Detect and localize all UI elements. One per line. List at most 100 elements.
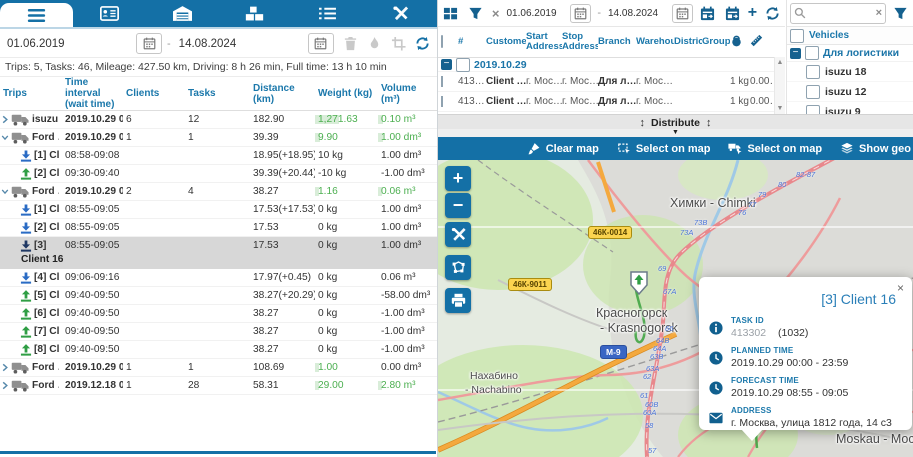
route-tools-button[interactable] (445, 222, 471, 247)
table-row[interactable]: [2] Cl…08:55-09:0517.530 kg1.00 dm³ (0, 219, 437, 237)
clear-search-icon[interactable]: × (876, 7, 882, 19)
vehicle-checkbox[interactable] (806, 65, 820, 79)
calendar-import-icon[interactable] (722, 3, 743, 23)
column-header[interactable]: Group (702, 37, 730, 47)
column-header[interactable]: Trips (0, 88, 62, 99)
table-row[interactable]: Ford …2019.10.29 08…2438.271.160.06 m³ (0, 183, 437, 201)
scroll-up-icon[interactable]: ▲ (776, 59, 784, 66)
table-row[interactable]: [1] Cl…08:55-09:0517.53(+17.53)0 kg1.00 … (0, 201, 437, 219)
refresh-icon[interactable] (762, 3, 783, 23)
chevron-right-icon[interactable] (1, 115, 9, 124)
zoom-in-button[interactable]: + (445, 166, 471, 191)
print-button[interactable] (445, 288, 471, 313)
flame-icon[interactable] (364, 34, 385, 54)
calendar-icon[interactable] (570, 4, 591, 23)
vertical-scrollbar[interactable]: ▲ ▼ (774, 57, 785, 114)
tab-warehouses[interactable] (146, 0, 219, 27)
table-row[interactable]: [7] Cl…09:40-09:5038.270 kg-1.00 dm³ (0, 323, 437, 341)
pickup-marker[interactable] (629, 270, 649, 296)
selected-row[interactable]: [3]08:55-09:0517.530 kg1.00 dm³Client 16 (0, 237, 437, 269)
table-row[interactable]: [4] Cl…09:06-09:1617.97(+0.45)0 kg0.06 m… (0, 269, 437, 287)
chevron-down-icon[interactable] (1, 133, 9, 142)
row-checkbox[interactable] (441, 76, 443, 87)
scroll-down-icon[interactable]: ▼ (776, 105, 784, 112)
column-header[interactable] (730, 34, 750, 50)
table-row[interactable]: [3]08:55-09:0517.530 kg1.00 dm³ (0, 237, 437, 254)
search-input[interactable]: × (790, 3, 886, 24)
calendar-icon[interactable] (672, 4, 693, 23)
row-checkbox[interactable] (441, 96, 443, 107)
date-to-input[interactable]: 14.08.2024 (176, 38, 305, 50)
task-row[interactable]: 413…Client …г. Мос…г. Мос…Для л…г. Мос…1… (438, 92, 785, 112)
map-canvas[interactable]: Химки - ChimkiКрасногорск- KrasnogorskНа… (438, 160, 913, 457)
clear-filter-icon[interactable]: × (490, 6, 502, 21)
tab-cargo[interactable] (218, 0, 291, 27)
column-header[interactable]: # (458, 37, 486, 47)
calendar-icon[interactable] (308, 33, 334, 54)
zoom-out-button[interactable]: − (445, 193, 471, 218)
column-header[interactable]: Distance (km) (250, 83, 315, 105)
table-row[interactable]: Ford …2019.10.29 06…11108.691.000.00 dm³ (0, 359, 437, 377)
column-header[interactable]: Warehou (636, 37, 674, 47)
table-row[interactable]: isuzu …2019.10.29 07…612182.901,271.630.… (0, 111, 437, 129)
tab-task-list[interactable] (291, 0, 364, 27)
table-row[interactable]: [1] Cl…08:58-09:0818.95(+18.95)10 kg1.00… (0, 147, 437, 165)
column-header[interactable]: Time interval (wait time) (62, 77, 123, 110)
group-checkbox[interactable] (805, 46, 819, 60)
calendar-import-icon[interactable] (697, 3, 718, 23)
horizontal-scrollbar[interactable] (0, 451, 436, 454)
select-all-checkbox[interactable] (441, 35, 443, 48)
crop-icon[interactable] (388, 34, 409, 54)
column-header[interactable]: Volume (m³) (378, 83, 437, 105)
column-header[interactable]: District (674, 37, 702, 47)
chevron-right-icon[interactable] (1, 363, 9, 372)
column-header[interactable] (750, 34, 775, 50)
vehicle-list-item[interactable]: isuzu 12 (787, 82, 913, 102)
map-toolbar-button-1[interactable]: Clear map (518, 142, 608, 155)
table-row[interactable]: Ford …2019.10.29 08…1139.399.901.00 dm³ (0, 129, 437, 147)
column-header[interactable]: Customer (486, 37, 526, 47)
chevron-right-icon[interactable] (1, 381, 9, 390)
column-header[interactable]: Start Address (526, 32, 562, 53)
table-row[interactable]: [5] Cl…09:40-09:5038.27(+20.29)0 kg-58.0… (0, 287, 437, 305)
date-to-input[interactable]: 14.08.2024 (607, 8, 668, 19)
vehicle-checkbox[interactable] (806, 85, 820, 99)
tasks-group-row[interactable]: − 2019.10.29 (438, 58, 785, 72)
column-header[interactable]: Tasks (185, 88, 250, 99)
map-toolbar-button-2[interactable]: Select on map (608, 142, 720, 155)
grid-icon[interactable] (440, 3, 461, 23)
vehicle-list-item[interactable]: isuzu 18 (787, 62, 913, 82)
table-row[interactable]: Ford …2019.12.18 08…12858.3129.002.80 m³ (0, 377, 437, 395)
distribute-button[interactable]: ↕ Distribute ↕ (438, 114, 913, 130)
column-header[interactable]: Branch (598, 37, 636, 47)
group-checkbox[interactable] (456, 58, 470, 72)
tab-settings[interactable] (364, 0, 437, 27)
filter-icon[interactable] (890, 3, 911, 23)
add-task-button[interactable]: + (747, 4, 758, 22)
table-row[interactable]: [8] Cl…09:40-09:5038.270 kg-1.00 dm³ (0, 341, 437, 359)
calendar-icon[interactable] (136, 33, 162, 54)
table-row[interactable]: [6] Cl…09:40-09:5038.270 kg-1.00 dm³ (0, 305, 437, 323)
select-all-checkbox[interactable] (790, 29, 804, 43)
column-header[interactable]: Stop Address (562, 32, 598, 53)
tab-clients[interactable] (73, 0, 146, 27)
filter-icon[interactable] (465, 3, 486, 23)
table-row[interactable]: [2] Cl…09:30-09:4039.39(+20.44)-10 kg-1.… (0, 165, 437, 183)
collapse-panel-handle[interactable]: ▼ (438, 129, 913, 137)
date-from-input[interactable]: 01.06.2019 (4, 38, 133, 50)
collapse-group-icon[interactable]: − (790, 48, 801, 59)
column-header[interactable]: Weight (kg) (315, 88, 378, 99)
tab-trips[interactable] (0, 3, 73, 27)
column-header[interactable]: Clients (123, 88, 185, 99)
date-from-input[interactable]: 01.06.2019 (506, 8, 567, 19)
map-toolbar-button-3[interactable]: Select on map (719, 142, 831, 155)
polygon-select-button[interactable] (445, 255, 471, 280)
refresh-icon[interactable] (412, 34, 433, 54)
map-toolbar-button-4[interactable]: Show geo (831, 142, 913, 155)
close-icon[interactable]: × (897, 282, 904, 294)
task-row[interactable]: 413…Client …г. Мос…г. Мос…Для л…г. Мос…1… (438, 72, 785, 92)
collapse-group-icon[interactable]: − (441, 59, 452, 70)
vehicles-group-row[interactable]: − Для логистики (787, 45, 913, 62)
chevron-down-icon[interactable] (1, 187, 9, 196)
trash-icon[interactable] (340, 34, 361, 54)
